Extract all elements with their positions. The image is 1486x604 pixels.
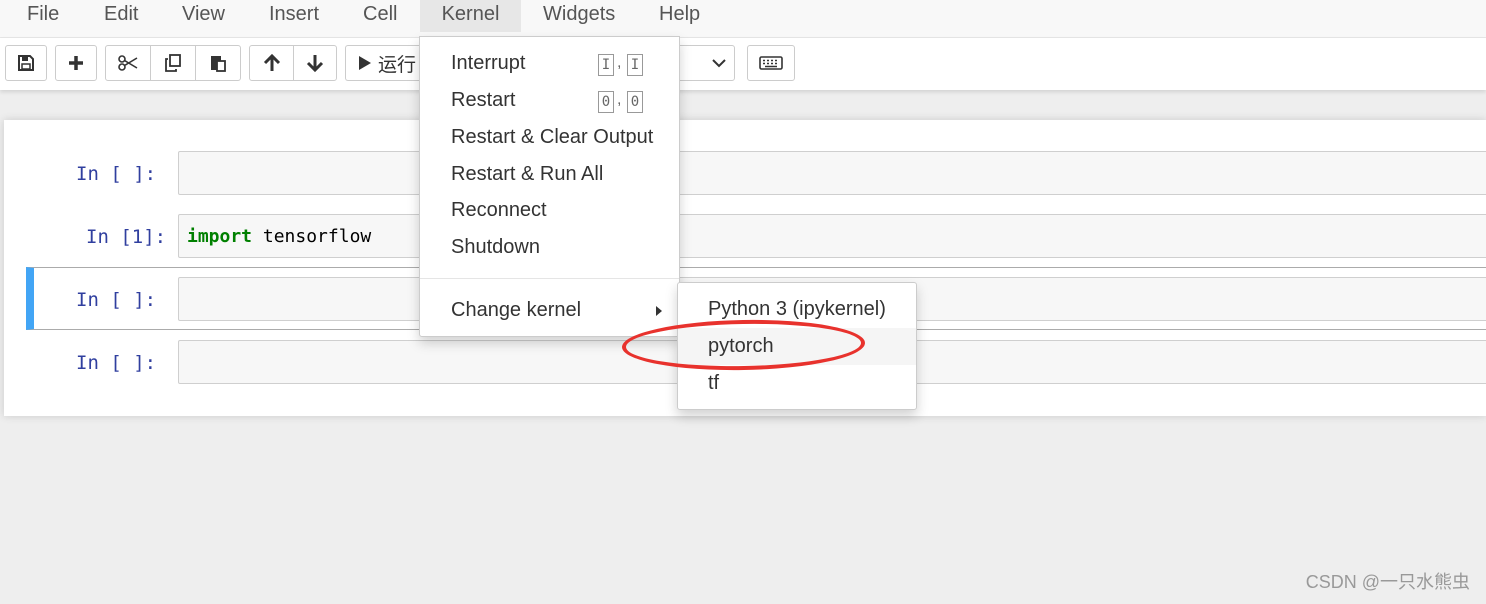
menu-item-label: Change kernel: [451, 299, 582, 321]
menu-help[interactable]: Help: [659, 0, 700, 32]
copy-button[interactable]: [150, 45, 196, 81]
kernel-option-tf[interactable]: tf: [678, 365, 916, 402]
menu-cell[interactable]: Cell: [363, 0, 397, 32]
code-line: import tensorflow: [187, 226, 371, 247]
shortcut-key: 0: [627, 91, 643, 113]
shortcut-key: I: [598, 54, 614, 76]
menu-item-interrupt[interactable]: Interrupt I , I: [420, 45, 679, 81]
cell-input[interactable]: import tensorflow: [178, 214, 1486, 258]
plus-icon: [69, 56, 83, 70]
cut-button[interactable]: [105, 45, 151, 81]
menu-item-label: Restart: [451, 89, 516, 111]
cell-prompt: In [ ]:: [76, 289, 157, 311]
menu-item-restart-run-all[interactable]: Restart & Run All: [420, 156, 679, 192]
menu-view[interactable]: View: [182, 0, 225, 32]
toolbar: 运行: [0, 38, 1486, 90]
command-palette-button[interactable]: [747, 45, 795, 81]
menu-bar: File Edit View Insert Cell Kernel Widget…: [0, 0, 1486, 38]
move-up-button[interactable]: [249, 45, 294, 81]
code-text: tensorflow: [252, 226, 372, 247]
menu-item-restart[interactable]: Restart 0 , 0: [420, 82, 679, 118]
menu-edit[interactable]: Edit: [104, 0, 138, 32]
kernel-menu-dropdown: Interrupt I , I Restart 0 , 0 Restart & …: [419, 36, 680, 337]
watermark: CSDN @一只水熊虫: [1305, 572, 1470, 592]
save-button[interactable]: [5, 45, 47, 81]
cell-prompt: In [ ]:: [76, 163, 157, 185]
menu-file[interactable]: File: [27, 0, 59, 32]
code-keyword: import: [187, 226, 253, 247]
insert-cell-button[interactable]: [55, 45, 97, 81]
run-button[interactable]: 运行: [345, 45, 425, 81]
paste-button[interactable]: [195, 45, 241, 81]
menu-kernel[interactable]: Kernel: [420, 0, 521, 32]
menu-item-shutdown[interactable]: Shutdown: [420, 229, 679, 265]
caret-right-icon: [656, 306, 662, 316]
cell-prompt: In [ ]:: [76, 352, 157, 374]
menu-divider: [420, 278, 679, 279]
shortcut-key: I: [627, 54, 643, 76]
menu-item-change-kernel[interactable]: Change kernel: [420, 292, 679, 328]
paste-icon: [211, 56, 226, 72]
chevron-down-icon: [712, 59, 726, 68]
keyboard-icon: [759, 56, 783, 70]
move-down-button[interactable]: [293, 45, 337, 81]
cell-input[interactable]: [178, 151, 1486, 195]
menu-item-label: Interrupt: [451, 52, 526, 74]
scissors-icon: [118, 55, 138, 71]
run-label: 运行: [378, 54, 417, 76]
menu-item-label: Restart & Clear Output: [451, 126, 654, 148]
menu-item-reconnect[interactable]: Reconnect: [420, 192, 679, 228]
menu-item-label: Shutdown: [451, 236, 540, 258]
menu-insert[interactable]: Insert: [269, 0, 319, 32]
copy-icon: [165, 54, 181, 72]
save-icon: [18, 55, 34, 71]
menu-item-label: Restart & Run All: [451, 163, 604, 185]
cell-prompt: In [1]:: [86, 226, 167, 248]
play-icon: [359, 56, 371, 70]
menu-item-label: Reconnect: [451, 199, 547, 221]
arrow-down-icon: [306, 55, 324, 73]
shortcut-key: 0: [598, 91, 614, 113]
arrow-up-icon: [263, 53, 280, 71]
kernel-option-label: tf: [708, 372, 720, 394]
menu-widgets[interactable]: Widgets: [543, 0, 615, 32]
menu-item-restart-clear-output[interactable]: Restart & Clear Output: [420, 119, 679, 155]
